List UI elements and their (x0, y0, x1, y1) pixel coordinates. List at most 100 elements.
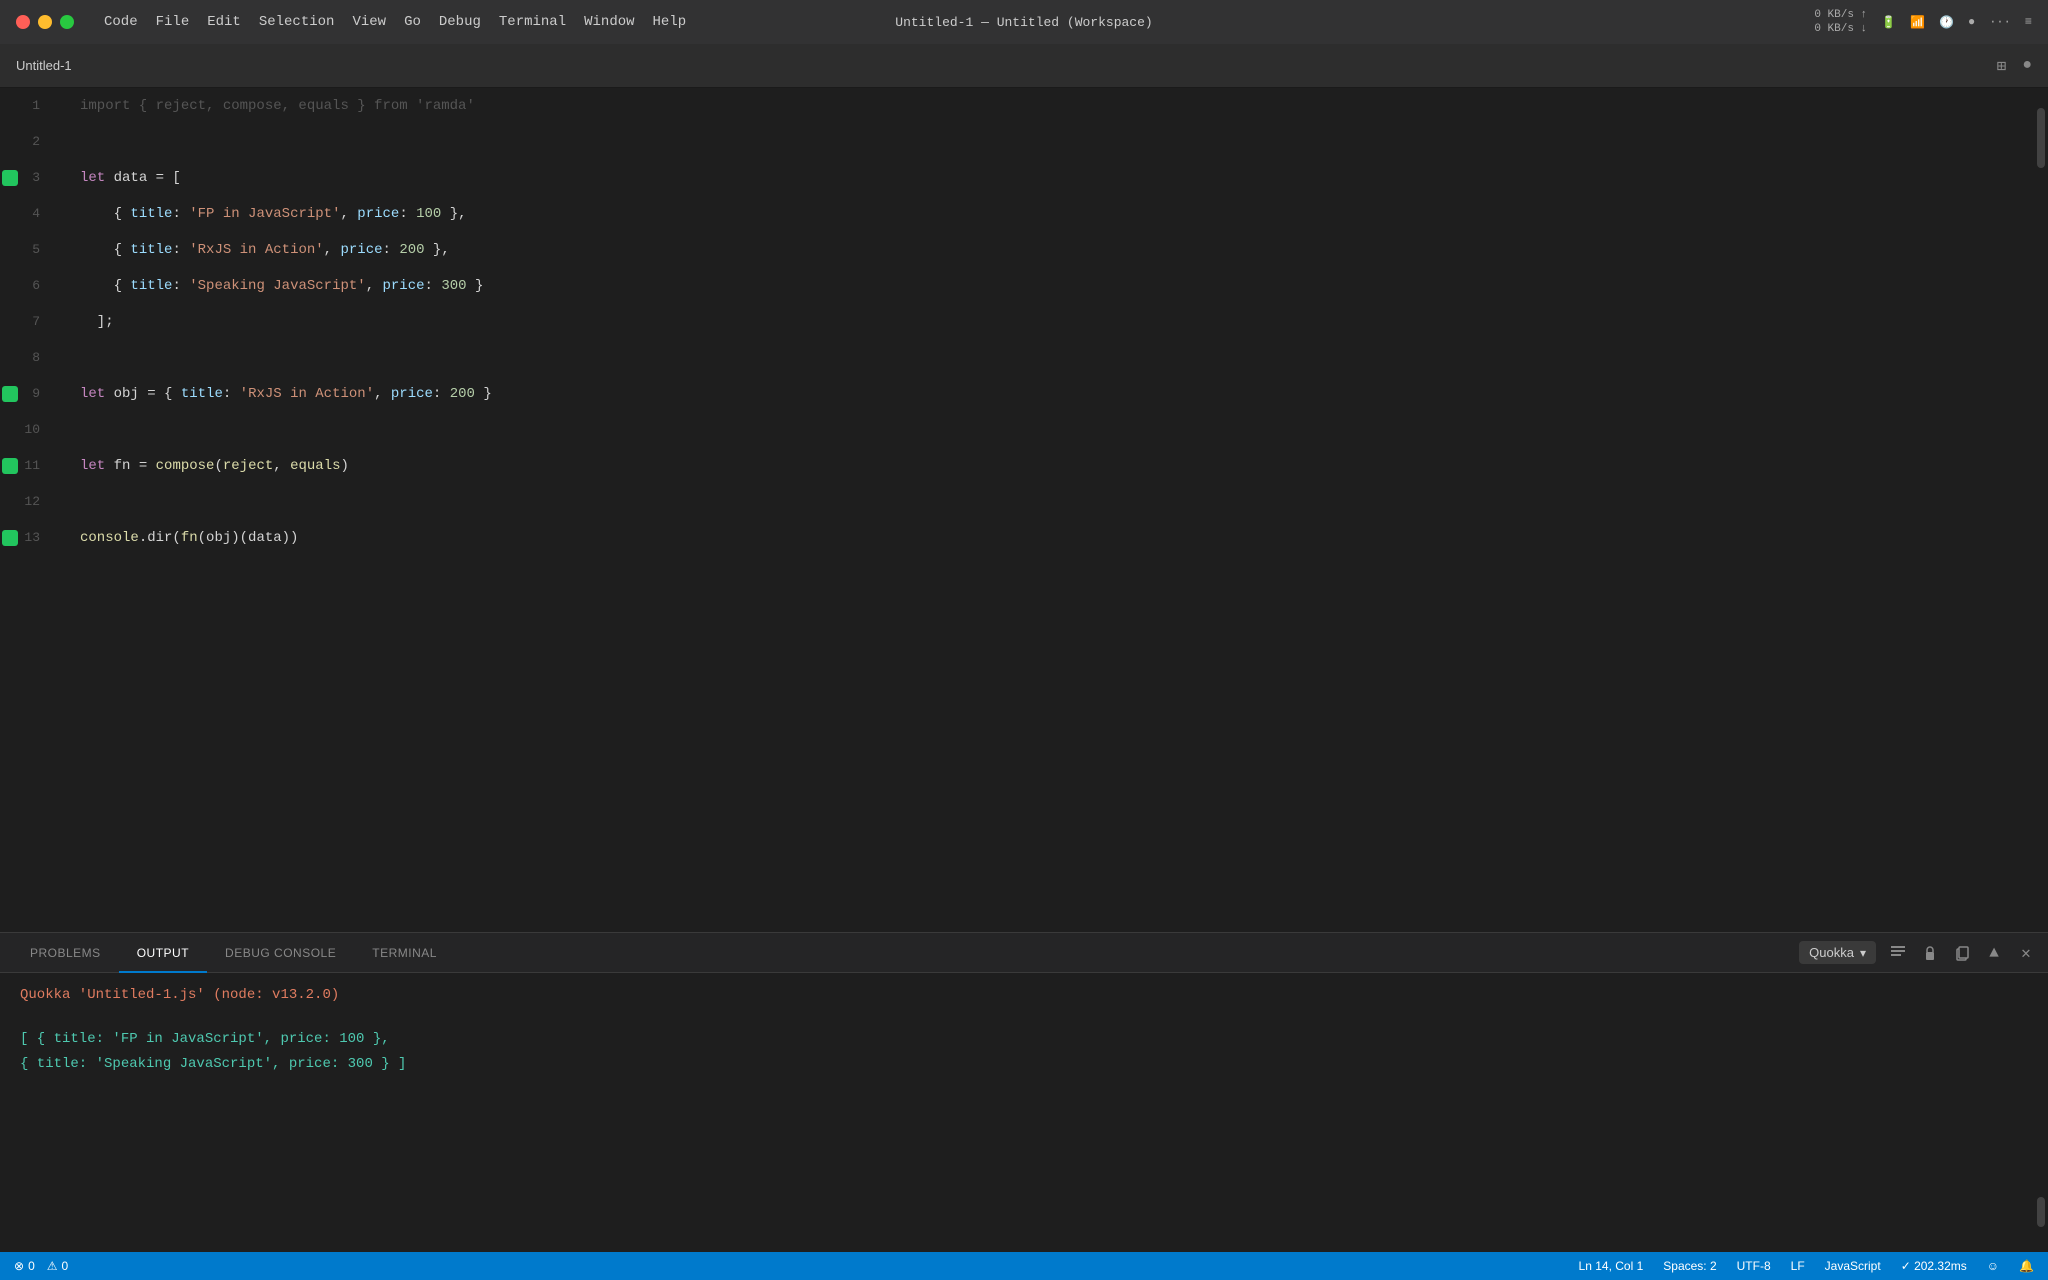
notification-icon[interactable]: 🔔 (2019, 1259, 2034, 1273)
line-code-3: let data = [ (60, 160, 2034, 196)
line-code-5: { title: 'RxJS in Action', price: 200 }, (60, 232, 2034, 268)
tab-debug-console[interactable]: DEBUG CONSOLE (207, 933, 354, 973)
code-line-9: 9 let obj = { title: 'RxJS in Action', p… (0, 376, 2034, 412)
go-menu-item[interactable]: Go (404, 14, 421, 30)
help-menu-item[interactable]: Help (653, 14, 687, 30)
error-count[interactable]: ⊗ 0 ⚠ 0 (14, 1259, 68, 1273)
tab-output[interactable]: OUTPUT (119, 933, 207, 973)
tab-problems[interactable]: PROBLEMS (12, 933, 119, 973)
chevron-down-icon: ▾ (1860, 946, 1866, 960)
terminal-menu-item[interactable]: Terminal (499, 14, 566, 30)
code-line-7: 7 ]; (0, 304, 2034, 340)
line-number-13: 13 (0, 520, 60, 556)
quokka-header: Quokka 'Untitled-1.js' (node: v13.2.0) (20, 987, 2028, 1003)
line-number-5: 5 (0, 232, 60, 268)
panel-content: Quokka 'Untitled-1.js' (node: v13.2.0) [… (0, 973, 2048, 1252)
code-line-3: 3 let data = [ (0, 160, 2034, 196)
more-icon: ··· (1989, 15, 2011, 29)
quokka-dot-13 (2, 530, 18, 546)
code-line-1: 1 import { reject, compose, equals } fro… (0, 88, 2034, 124)
output-source-dropdown[interactable]: Quokka ▾ (1799, 941, 1876, 964)
line-number-9: 9 (0, 376, 60, 412)
line-code-9: let obj = { title: 'RxJS in Action', pri… (60, 376, 2034, 412)
statusbar-left: ⊗ 0 ⚠ 0 (14, 1259, 68, 1273)
line-ending[interactable]: LF (1791, 1259, 1805, 1273)
file-menu-item[interactable]: File (156, 14, 190, 30)
close-panel-icon[interactable]: ✕ (2016, 943, 2036, 963)
language-mode[interactable]: JavaScript (1825, 1259, 1881, 1273)
encoding[interactable]: UTF-8 (1737, 1259, 1771, 1273)
statusbar: ⊗ 0 ⚠ 0 Ln 14, Col 1 Spaces: 2 UTF-8 LF … (0, 1252, 2048, 1280)
dropdown-label: Quokka (1809, 945, 1854, 960)
quokka-dot-11 (2, 458, 18, 474)
line-number-1: 1 (0, 88, 60, 124)
quokka-dot-3 (2, 170, 18, 186)
code-line-11: 11 let fn = compose(reject, equals) (0, 448, 2034, 484)
wifi-icon: 📶 (1910, 15, 1925, 30)
line-number-6: 6 (0, 268, 60, 304)
line-code-4: { title: 'FP in JavaScript', price: 100 … (60, 196, 2034, 232)
code-line-5: 5 { title: 'RxJS in Action', price: 200 … (0, 232, 2034, 268)
line-number-2: 2 (0, 124, 60, 160)
editor-area: 1 import { reject, compose, equals } fro… (0, 88, 2048, 1252)
tab-bar: Untitled-1 ⊞ ● (0, 44, 2048, 88)
code-editor[interactable]: 1 import { reject, compose, equals } fro… (0, 88, 2048, 932)
traffic-lights (16, 15, 74, 29)
panel-scrollbar[interactable] (2034, 977, 2048, 1224)
line-number-11: 11 (0, 448, 60, 484)
view-menu-item[interactable]: View (352, 14, 386, 30)
line-number-8: 8 (0, 340, 60, 376)
tab-bar-icons: ⊞ ● (1997, 56, 2032, 76)
clear-output-icon[interactable] (1888, 943, 1908, 963)
debug-menu-item[interactable]: Debug (439, 14, 481, 30)
active-tab[interactable]: Untitled-1 (16, 58, 72, 73)
code-line-13: 13 console.dir(fn(obj)(data)) (0, 520, 2034, 556)
line-number-7: 7 (0, 304, 60, 340)
list-icon: ≡ (2025, 15, 2032, 29)
line-number-3: 3 (0, 160, 60, 196)
indentation[interactable]: Spaces: 2 (1663, 1259, 1716, 1273)
code-menu-item[interactable]: Code (104, 14, 138, 30)
titlebar: Code File Edit Selection View Go Debug T… (0, 0, 2048, 44)
code-line-6: 6 { title: 'Speaking JavaScript', price:… (0, 268, 2034, 304)
lock-icon[interactable] (1920, 943, 1940, 963)
output-line-2: { title: 'Speaking JavaScript', price: 3… (20, 1052, 2028, 1077)
panel-actions: Quokka ▾ ▲ ✕ (1799, 941, 2036, 964)
line-number-10: 10 (0, 412, 60, 448)
panel-tabs-group: PROBLEMS OUTPUT DEBUG CONSOLE TERMINAL (12, 933, 455, 973)
copy-icon[interactable] (1952, 943, 1972, 963)
warning-icon: ⚠ (47, 1259, 58, 1273)
output-line-1: [ { title: 'FP in JavaScript', price: 10… (20, 1027, 2028, 1052)
cursor-position[interactable]: Ln 14, Col 1 (1579, 1259, 1644, 1273)
line-code-6: { title: 'Speaking JavaScript', price: 3… (60, 268, 2034, 304)
minimize-button[interactable] (38, 15, 52, 29)
fullscreen-button[interactable] (60, 15, 74, 29)
bottom-panel: PROBLEMS OUTPUT DEBUG CONSOLE TERMINAL Q… (0, 932, 2048, 1252)
line-number-4: 4 (0, 196, 60, 232)
panel-tab-bar: PROBLEMS OUTPUT DEBUG CONSOLE TERMINAL Q… (0, 933, 2048, 973)
clock-icon: 🕐 (1939, 15, 1954, 30)
line-number-12: 12 (0, 484, 60, 520)
titlebar-right: 0 KB/s ↑0 KB/s ↓ 🔋 📶 🕐 ● ··· ≡ (1814, 8, 2032, 37)
line-code-1: import { reject, compose, equals } from … (60, 88, 2034, 124)
battery-icon: 🔋 (1881, 15, 1896, 30)
code-line-10: 10 (0, 412, 2034, 448)
window-title: Untitled-1 — Untitled (Workspace) (895, 15, 1152, 30)
panel-scrollbar-thumb[interactable] (2037, 1197, 2045, 1227)
error-icon: ⊗ (14, 1259, 24, 1273)
editor-scrollbar[interactable] (2034, 88, 2048, 932)
split-editor-icon[interactable]: ⊞ (1997, 56, 2007, 76)
tab-terminal[interactable]: TERMINAL (354, 933, 455, 973)
chevron-up-icon[interactable]: ▲ (1984, 943, 2004, 963)
smiley-icon[interactable]: ☺ (1987, 1259, 1999, 1273)
selection-menu-item[interactable]: Selection (259, 14, 335, 30)
line-code-13: console.dir(fn(obj)(data)) (60, 520, 2034, 556)
line-code-7: ]; (60, 304, 2034, 340)
code-line-4: 4 { title: 'FP in JavaScript', price: 10… (0, 196, 2034, 232)
window-menu-item[interactable]: Window (584, 14, 634, 30)
line-code-11: let fn = compose(reject, equals) (60, 448, 2034, 484)
close-button[interactable] (16, 15, 30, 29)
scrollbar-thumb[interactable] (2037, 108, 2045, 168)
edit-menu-item[interactable]: Edit (207, 14, 241, 30)
code-line-2: 2 (0, 124, 2034, 160)
